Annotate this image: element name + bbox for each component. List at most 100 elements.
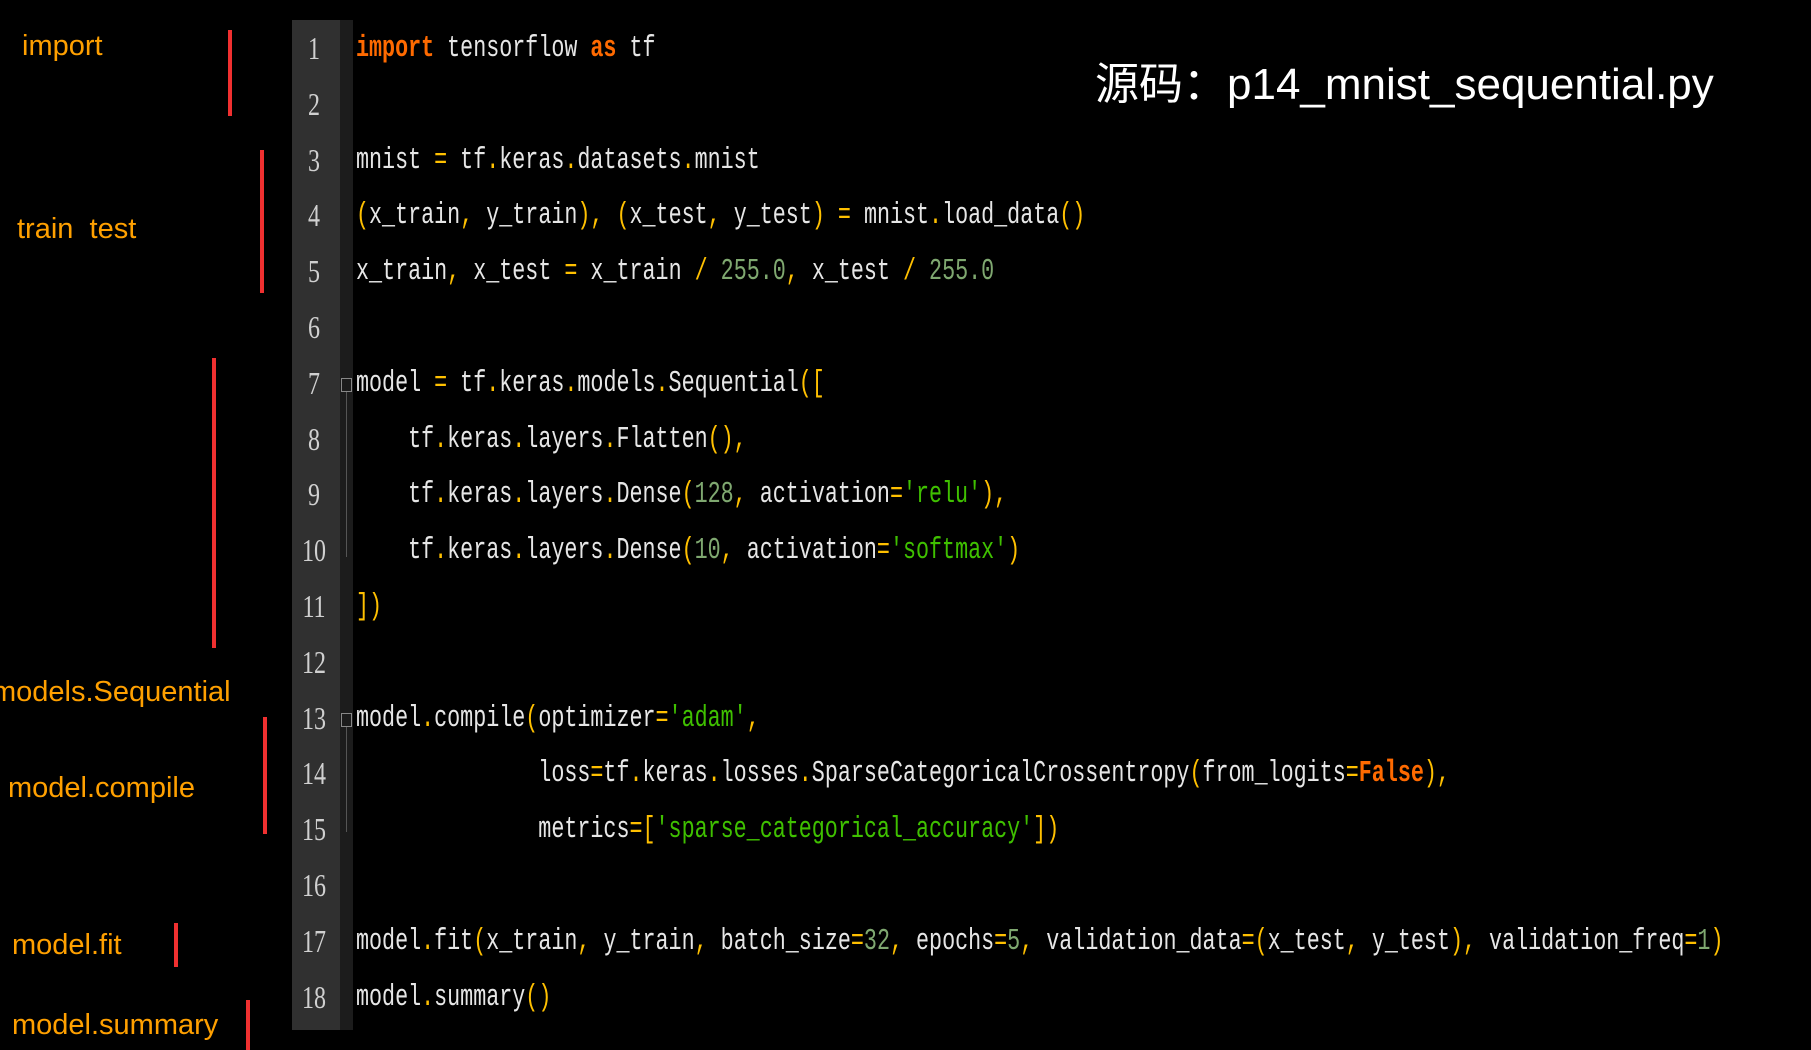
code-token: mnist (694, 142, 760, 178)
code-token: . (564, 142, 578, 178)
code-token: Dense (616, 533, 682, 569)
code-token: 'relu' (902, 477, 982, 513)
label-model-summary: model.summary (12, 1009, 219, 1041)
code-line[interactable]: loss=tf.keras.losses.SparseCategoricalCr… (356, 756, 1450, 791)
code-token: . (434, 477, 448, 513)
code-token: tf (447, 365, 487, 401)
code-token: = (434, 365, 448, 401)
line-number: 1 (308, 30, 320, 66)
code-line[interactable]: tf.keras.layers.Dense(128, activation='r… (356, 477, 1007, 512)
code-token: mnist (863, 198, 930, 234)
code-token: , (994, 477, 1008, 513)
line-number: 17 (302, 922, 326, 959)
code-line[interactable]: ]) (356, 589, 382, 624)
code-token: . (512, 477, 526, 513)
code-token: mnist (356, 142, 435, 178)
code-token: () (525, 979, 552, 1015)
code-line[interactable]: import tensorflow as tf (356, 31, 656, 66)
fold-toggle-icon[interactable] (341, 713, 352, 727)
code-token: activation (759, 477, 890, 513)
code-token: . (603, 533, 617, 569)
code-token: 'softmax' (889, 533, 1008, 569)
line-number: 8 (308, 420, 320, 457)
code-token: , (1463, 923, 1490, 959)
code-token: = (1684, 923, 1698, 959)
fold-toggle-icon[interactable] (341, 378, 352, 392)
code-token: ( (616, 198, 630, 234)
code-line[interactable]: model = tf.keras.models.Sequential([ (356, 366, 825, 401)
code-token: epochs (916, 923, 995, 959)
code-token: ( (1189, 756, 1203, 792)
code-token: . (681, 142, 695, 178)
code-line[interactable]: x_train, x_test = x_train / 255.0, x_tes… (356, 254, 994, 289)
code-token: model (356, 979, 422, 1015)
source-title: 源码：p14_mnist_sequential.py (1095, 60, 1714, 109)
code-token: metrics (356, 812, 630, 848)
code-token: ) (981, 477, 995, 513)
line-number: 6 (308, 309, 320, 345)
code-token: , (707, 198, 734, 234)
line-number: 10 (302, 532, 326, 569)
code-token: , (733, 421, 747, 457)
code-line[interactable]: tf.keras.layers.Dense(10, activation='so… (356, 533, 1020, 568)
code-token: , (577, 923, 604, 959)
line-number: 12 (302, 643, 326, 680)
code-token: , (889, 923, 917, 959)
code-token: = (590, 756, 604, 792)
code-line[interactable]: metrics=['sparse_categorical_accuracy']) (356, 812, 1059, 847)
code-line[interactable]: model.fit(x_train, y_train, batch_size=3… (356, 924, 1723, 959)
code-token: . (512, 533, 526, 569)
code-token: . (603, 477, 617, 513)
line-number: 2 (308, 85, 320, 122)
code-token: losses (720, 756, 799, 792)
code-token: ([ (798, 365, 825, 401)
code-token: model (356, 365, 435, 401)
code-token: 1 (1697, 923, 1711, 959)
code-token: 5 (1007, 923, 1021, 959)
line-number: 3 (308, 141, 320, 178)
code-token: . (421, 923, 435, 959)
marker-bar-import (228, 30, 232, 116)
code-token: model (356, 923, 422, 959)
code-token: ]) (1033, 812, 1060, 848)
code-token: , (1436, 756, 1450, 792)
line-number: 15 (302, 811, 326, 848)
code-line[interactable]: mnist = tf.keras.datasets.mnist (356, 143, 760, 178)
code-token: y_train (486, 198, 578, 234)
code-token: x_train (369, 198, 461, 234)
code-token: = (876, 533, 890, 569)
line-number: 16 (302, 867, 326, 903)
line-number: 5 (308, 253, 320, 290)
code-line[interactable]: model.compile(optimizer='adam', (356, 701, 760, 736)
code-token: tf (356, 421, 435, 457)
code-token: 'sparse_categorical_accuracy' (655, 812, 1034, 848)
marker-bar-sequential (212, 358, 216, 648)
code-token: () (707, 421, 734, 457)
code-token: as (590, 31, 617, 66)
code-token: load_data (942, 198, 1060, 234)
code-token: summary (434, 979, 526, 1015)
line-number: 9 (308, 476, 320, 513)
code-token: 255.0 (720, 254, 786, 290)
code-token: y_train (603, 923, 695, 959)
code-token: . (434, 533, 448, 569)
line-number: 13 (302, 699, 326, 736)
code-token: 32 (863, 923, 890, 959)
code-token: = (655, 700, 669, 736)
code-token: optimizer (538, 700, 656, 736)
code-token: Sequential (668, 365, 799, 401)
line-number: 4 (308, 197, 320, 234)
code-token: x_test (1267, 923, 1346, 959)
code-token: SparseCategoricalCrossentropy (811, 756, 1190, 792)
marker-bar-fit (174, 923, 178, 967)
code-line[interactable]: (x_train, y_train), (x_test, y_test) = m… (356, 198, 1085, 233)
code-token: tf (603, 756, 630, 792)
code-line[interactable]: tf.keras.layers.Flatten(), (356, 422, 747, 457)
marker-bar-train-test (260, 150, 264, 293)
code-line[interactable]: model.summary() (356, 980, 551, 1015)
code-token: = (1345, 756, 1359, 792)
code-token: = (564, 254, 578, 290)
code-token: ) (1007, 533, 1021, 569)
code-token: datasets (577, 142, 682, 178)
code-token: keras (447, 477, 513, 513)
